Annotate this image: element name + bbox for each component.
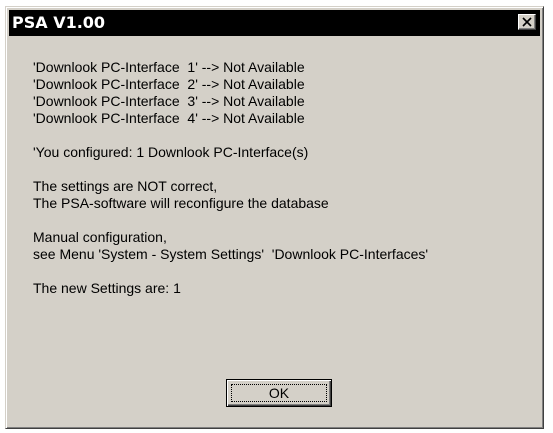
window-title: PSA V1.00 <box>12 13 106 32</box>
settings-status-text: The settings are NOT correct, <box>33 178 218 194</box>
close-icon <box>522 17 532 27</box>
interface-status-line: 'Downlook PC-Interface 3' --> Not Availa… <box>33 93 305 109</box>
message-body: 'Downlook PC-Interface 1' --> Not Availa… <box>33 59 537 297</box>
interface-status-line: 'Downlook PC-Interface 1' --> Not Availa… <box>33 59 305 75</box>
manual-config-text: Manual configuration, <box>33 229 167 245</box>
message-dialog: PSA V1.00 'Downlook PC-Interface 1' --> … <box>5 6 544 429</box>
interface-status-line: 'Downlook PC-Interface 2' --> Not Availa… <box>33 76 305 92</box>
configured-count-text: 'You configured: 1 Downlook PC-Interface… <box>33 144 309 160</box>
menu-hint-text: see Menu 'System - System Settings' 'Dow… <box>33 246 429 262</box>
ok-button[interactable]: OK <box>226 379 332 407</box>
ok-button-label: OK <box>268 385 290 401</box>
new-settings-text: The new Settings are: 1 <box>33 280 181 296</box>
close-button[interactable] <box>518 14 536 30</box>
title-bar[interactable]: PSA V1.00 <box>9 10 540 36</box>
reconfigure-text: The PSA-software will reconfigure the da… <box>33 195 329 211</box>
interface-status-line: 'Downlook PC-Interface 4' --> Not Availa… <box>33 110 305 126</box>
